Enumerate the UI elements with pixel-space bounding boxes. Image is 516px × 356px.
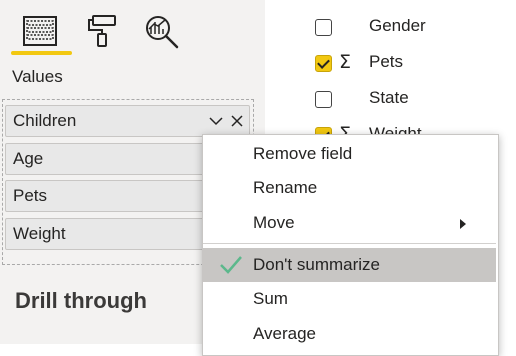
check-icon [220,256,242,274]
well-field-label: Children [13,111,77,130]
menu-item-dont-summarize[interactable]: Don't summarize [203,248,496,282]
well-field-label: Pets [13,186,48,205]
analytics-tab[interactable] [138,8,186,54]
field-name: Gender [369,16,426,35]
close-icon[interactable] [231,115,243,127]
paint-roller-icon [88,15,116,47]
checkbox[interactable] [315,55,332,72]
fields-tab[interactable] [16,8,64,54]
field-name: State [369,88,409,107]
format-tab[interactable] [78,8,126,54]
context-menu: Remove field Rename Move Don't summarize… [202,134,499,356]
drill-through-title: Drill through [15,288,147,313]
values-label: Values [12,67,63,86]
active-tab-indicator [11,51,72,55]
checkbox[interactable] [315,91,332,108]
sigma-icon: Σ [339,51,352,73]
fields-grid-icon [23,16,57,46]
field-name: Pets [369,52,404,71]
menu-item-average[interactable]: Average [203,317,496,351]
menu-item-sum[interactable]: Sum [203,282,496,316]
menu-item-move[interactable]: Move [203,206,496,240]
submenu-arrow-icon [460,219,466,229]
menu-item-rename[interactable]: Rename [203,171,496,205]
chevron-down-icon[interactable] [209,116,223,126]
well-field-label: Age [13,149,44,168]
checkbox[interactable] [315,19,332,36]
well-field-label: Weight [13,224,66,243]
analytics-magnifier-icon [146,16,179,49]
menu-item-remove-field[interactable]: Remove field [203,137,496,171]
menu-separator [203,243,496,244]
well-field-children[interactable]: Children [5,105,250,137]
